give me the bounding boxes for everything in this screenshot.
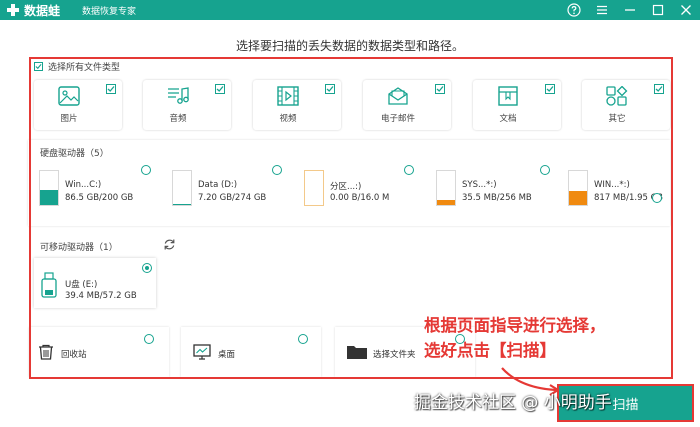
help-icon[interactable] <box>566 2 582 18</box>
app-subtitle: 数据恢复专家 <box>82 7 137 17</box>
plus-logo-icon <box>6 3 20 17</box>
page-instruction: 选择要扫描的丢失数据的数据类型和路径。 <box>235 39 464 53</box>
window-controls <box>566 1 694 19</box>
annotation-line-1: 根据页面指导进行选择， <box>424 316 606 335</box>
menu-icon[interactable] <box>594 2 610 18</box>
minimize-icon[interactable] <box>622 2 638 18</box>
watermark: 掘金技术社区 @ 小明助手 <box>414 393 612 413</box>
tutorial-annotation: 根据页面指导进行选择， 选好点击【扫描】 <box>424 313 606 363</box>
title-bar: 数据蛙 数据恢复专家 <box>0 0 700 20</box>
close-icon[interactable] <box>678 2 694 18</box>
app-logo: 数据蛙 <box>6 2 60 18</box>
maximize-icon[interactable] <box>650 2 666 18</box>
app-name: 数据蛙 <box>24 3 61 18</box>
